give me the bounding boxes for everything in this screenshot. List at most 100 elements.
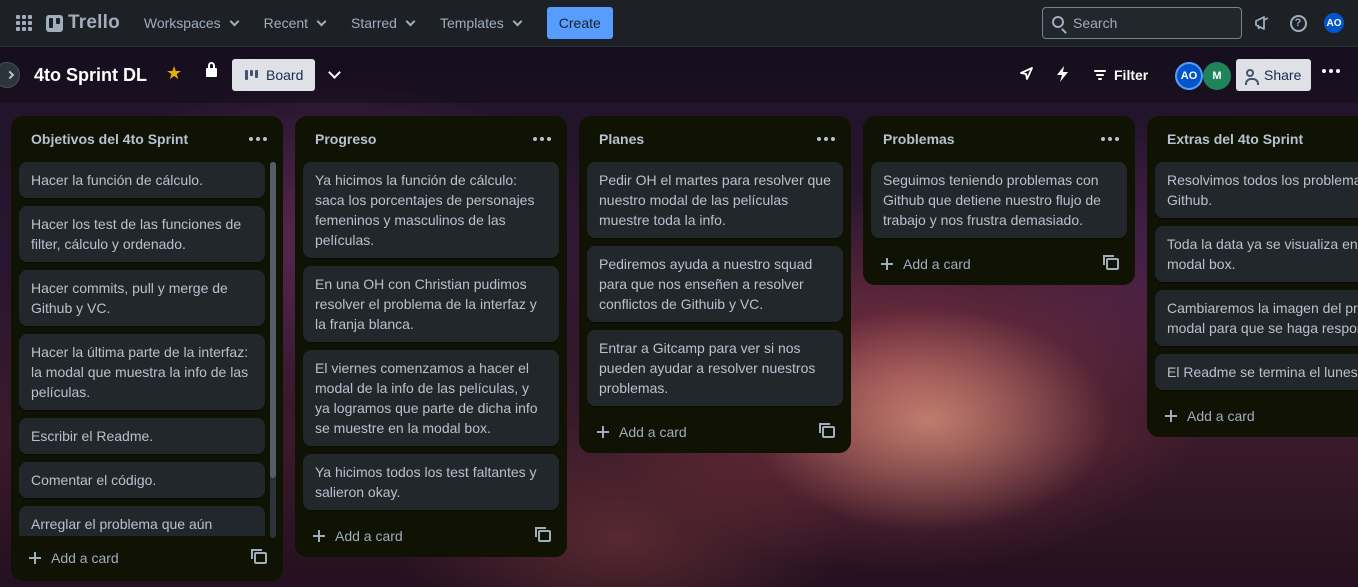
list-header: Planes [587, 116, 843, 162]
create-button[interactable]: Create [546, 7, 613, 39]
card[interactable]: Hacer commits, pull y merge de Github y … [19, 270, 265, 326]
automation-bolt-icon[interactable] [1056, 66, 1069, 86]
add-card-button[interactable]: Add a card [881, 256, 971, 272]
more-icon[interactable] [1322, 69, 1340, 73]
board-header: 4to Sprint DL ★ Board Filter AO M Share [0, 47, 1358, 103]
star-icon[interactable]: ★ [166, 63, 182, 84]
card[interactable]: Entrar a Gitcamp para ver si nos pueden … [587, 330, 843, 406]
more-icon[interactable] [533, 137, 553, 141]
list-progreso: Progreso Ya hicimos la función de cálcul… [295, 116, 567, 557]
list-header: Objetivos del 4to Sprint [19, 116, 275, 162]
user-avatar[interactable]: AO [1322, 11, 1346, 35]
add-card-label: Add a card [51, 550, 119, 566]
chevron-down-icon [512, 16, 523, 26]
search-icon [1052, 16, 1064, 28]
card[interactable]: Pediremos ayuda a nuestro squad para que… [587, 246, 843, 322]
card[interactable]: Seguimos teniendo problemas con Github q… [871, 162, 1127, 238]
card-template-icon[interactable] [819, 423, 835, 438]
filter-label: Filter [1114, 67, 1149, 83]
list-header: Progreso [303, 116, 559, 162]
add-card-button[interactable]: Add a card [313, 528, 403, 544]
lock-icon[interactable] [206, 62, 217, 77]
list-title[interactable]: Progreso [315, 131, 376, 147]
card-template-icon[interactable] [1103, 255, 1119, 270]
more-icon[interactable] [817, 137, 837, 141]
share-icon [1245, 69, 1259, 85]
member-avatar[interactable]: M [1203, 62, 1231, 90]
list-footer: Add a card [587, 410, 843, 454]
expand-sidebar-button[interactable] [0, 62, 20, 88]
plus-icon [881, 258, 893, 270]
megaphone-icon[interactable] [1250, 11, 1274, 35]
card[interactable]: El Readme se termina el lunes. [1155, 354, 1358, 390]
more-icon[interactable] [1101, 137, 1121, 141]
add-card-button[interactable]: Add a card [29, 550, 119, 566]
list-title[interactable]: Extras del 4to Sprint [1167, 131, 1303, 147]
nav-recent[interactable]: Recent [254, 7, 335, 39]
search-input[interactable]: Search [1042, 7, 1242, 39]
card[interactable]: Hacer la última parte de la interfaz: la… [19, 334, 265, 410]
list-footer: Add a card [303, 514, 559, 558]
card[interactable]: Resolvimos todos los problema Github. [1155, 162, 1358, 218]
plus-icon [29, 552, 41, 564]
card[interactable]: Ya hicimos la función de cálculo: saca l… [303, 162, 559, 258]
list-header: Extras del 4to Sprint [1155, 116, 1350, 162]
list-footer: Add a card [1155, 394, 1350, 437]
nav-starred[interactable]: Starred [341, 7, 424, 39]
search-placeholder: Search [1073, 15, 1118, 31]
rocket-icon[interactable] [1019, 66, 1034, 85]
nav-workspaces[interactable]: Workspaces [134, 7, 248, 39]
card-list: Hacer la función de cálculo. Hacer los t… [19, 162, 275, 536]
share-label: Share [1264, 67, 1302, 83]
nav-recent-label: Recent [263, 15, 309, 31]
list-title[interactable]: Problemas [883, 131, 955, 147]
add-card-label: Add a card [1187, 408, 1255, 424]
plus-icon [597, 426, 609, 438]
filter-icon [1094, 70, 1106, 80]
apps-grid-icon[interactable] [8, 7, 40, 39]
list-objetivos: Objetivos del 4to Sprint Hacer la funció… [11, 116, 283, 581]
help-icon[interactable]: ? [1286, 11, 1310, 35]
card[interactable]: Arreglar el problema que aún [19, 506, 265, 536]
chevron-down-icon [316, 16, 327, 26]
card-template-icon[interactable] [251, 549, 267, 564]
add-card-button[interactable]: Add a card [597, 424, 687, 440]
list-title[interactable]: Planes [599, 131, 644, 147]
card[interactable]: El viernes comenzamos a hacer el modal d… [303, 350, 559, 446]
card-list: Pedir OH el martes para resolver que nue… [587, 162, 843, 406]
list-problemas: Problemas Seguimos teniendo problemas co… [863, 116, 1135, 285]
card-template-icon[interactable] [535, 527, 551, 542]
filter-button[interactable]: Filter [1094, 59, 1148, 91]
trello-logo-icon [46, 14, 63, 32]
trello-logo[interactable]: Trello [46, 12, 120, 34]
card[interactable]: Pedir OH el martes para resolver que nue… [587, 162, 843, 238]
nav-templates[interactable]: Templates [430, 7, 531, 39]
list-title[interactable]: Objetivos del 4to Sprint [31, 131, 188, 147]
card[interactable]: Cambiaremos la imagen del pri modal para… [1155, 290, 1358, 346]
add-card-button[interactable]: Add a card [1165, 408, 1255, 424]
more-icon[interactable] [249, 137, 269, 141]
add-card-label: Add a card [335, 528, 403, 544]
card[interactable]: Escribir el Readme. [19, 418, 265, 454]
board-title[interactable]: 4to Sprint DL [34, 65, 147, 86]
chevron-down-icon[interactable] [328, 66, 341, 79]
card[interactable]: Ya hicimos todos los test faltantes y sa… [303, 454, 559, 510]
card[interactable]: Toda la data ya se visualiza en l modal … [1155, 226, 1358, 282]
card[interactable]: Comentar el código. [19, 462, 265, 498]
card[interactable]: En una OH con Christian pudimos resolver… [303, 266, 559, 342]
board-view-button[interactable]: Board [232, 59, 315, 91]
nav-templates-label: Templates [439, 15, 504, 31]
share-button[interactable]: Share [1236, 59, 1311, 91]
logo-text: Trello [68, 12, 120, 33]
nav-starred-label: Starred [351, 15, 397, 31]
top-navigation: Trello Workspaces Recent Starred Templat… [0, 0, 1358, 47]
card-list: Resolvimos todos los problema Github. To… [1155, 162, 1358, 390]
list-footer: Add a card [871, 242, 1127, 286]
card-list: Seguimos teniendo problemas con Github q… [871, 162, 1127, 238]
plus-icon [1165, 410, 1177, 422]
card[interactable]: Hacer los test de las funciones de filte… [19, 206, 265, 262]
scrollbar-thumb[interactable] [270, 162, 276, 478]
card[interactable]: Hacer la función de cálculo. [19, 162, 265, 198]
member-avatar[interactable]: AO [1175, 62, 1203, 90]
board-view-label: Board [266, 67, 304, 83]
